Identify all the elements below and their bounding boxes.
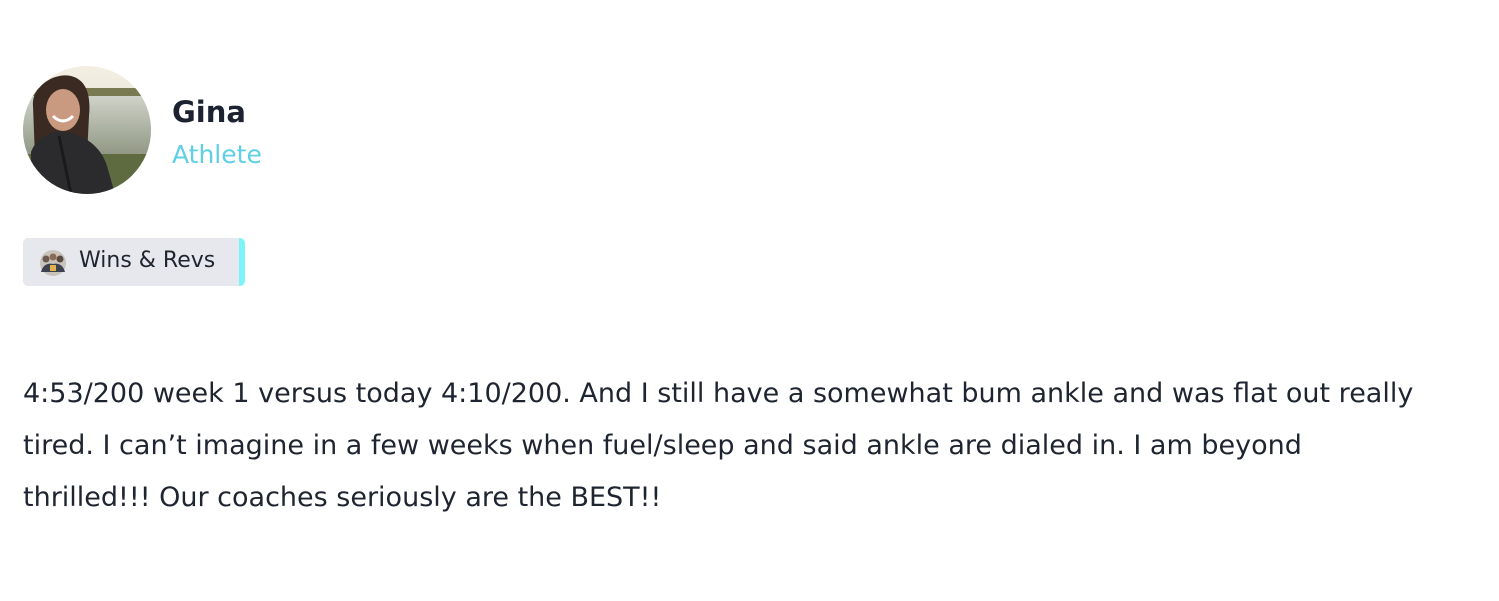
category-group-photo-icon <box>37 248 69 278</box>
author-role-label: Athlete <box>172 140 262 169</box>
author-avatar[interactable] <box>23 66 151 194</box>
category-chip[interactable]: Wins & Revs <box>23 238 245 286</box>
post-body-text: 4:53/200 week 1 versus today 4:10/200. A… <box>23 378 1414 513</box>
category-chip-label: Wins & Revs <box>79 248 216 273</box>
author-name[interactable]: Gina <box>172 95 246 129</box>
author-avatar-photo <box>23 66 151 194</box>
